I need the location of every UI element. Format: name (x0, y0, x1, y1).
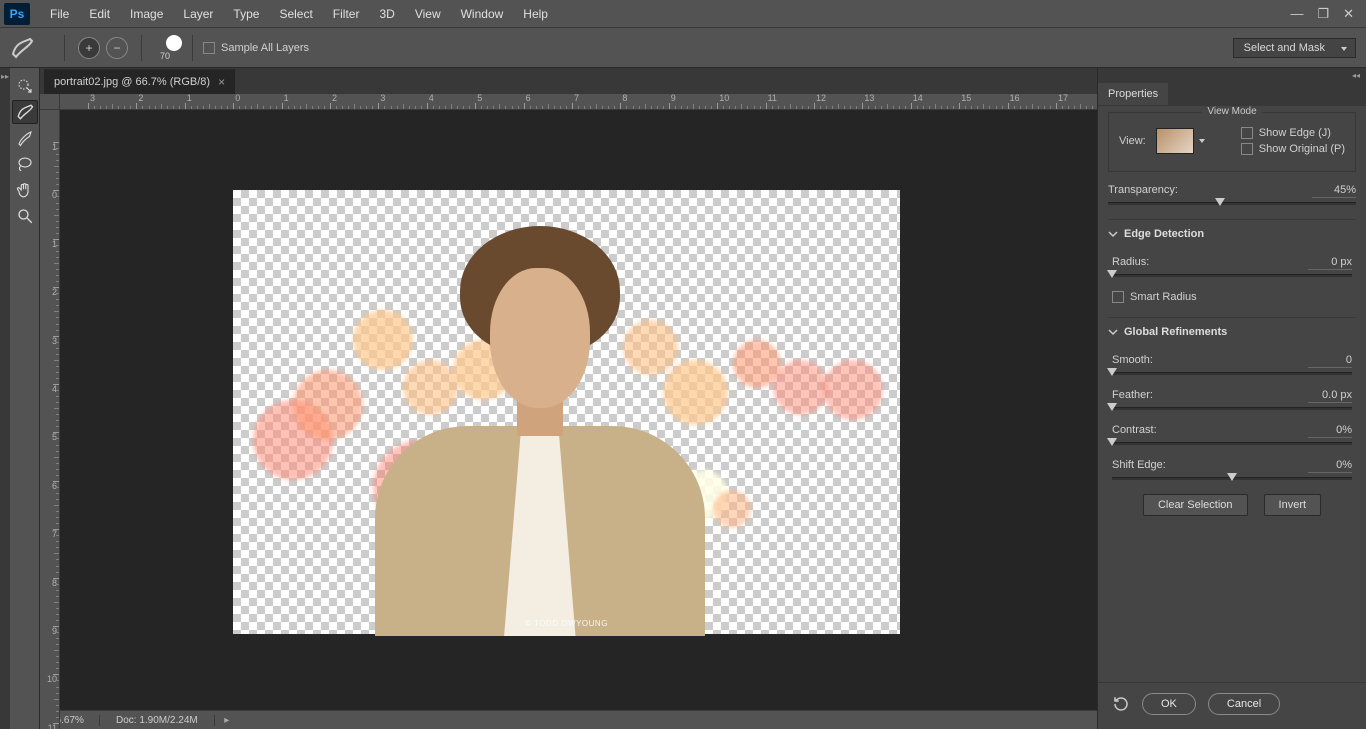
feather-label: Feather: (1112, 389, 1153, 403)
smart-radius-label: Smart Radius (1130, 291, 1197, 303)
document-area: portrait02.jpg @ 66.7% (RGB/8) × 3210123… (40, 68, 1097, 729)
view-label: View: (1119, 135, 1146, 147)
cancel-button[interactable]: Cancel (1208, 693, 1280, 715)
invert-button[interactable]: Invert (1264, 494, 1322, 516)
canvas[interactable]: © TODD OWYOUNG (233, 190, 900, 634)
smooth-value[interactable]: 0 (1308, 354, 1352, 368)
add-to-selection-icon[interactable]: + (78, 37, 100, 59)
sample-all-layers-label: Sample All Layers (221, 42, 309, 54)
contrast-label: Contrast: (1112, 424, 1157, 438)
radius-label: Radius: (1112, 256, 1149, 270)
reset-icon[interactable] (1112, 695, 1130, 713)
global-refinements-title: Global Refinements (1124, 326, 1227, 338)
panel-collapse-icon[interactable]: ◂◂ (1098, 68, 1366, 82)
window-controls: — ❐ ✕ (1290, 6, 1362, 22)
zoom-tool[interactable] (12, 204, 38, 228)
edge-detection-header[interactable]: Edge Detection (1108, 219, 1356, 248)
status-expand-icon[interactable]: ▸ (215, 715, 239, 726)
menu-view[interactable]: View (405, 1, 451, 27)
left-panel-expand-icon[interactable]: ▸▸ (0, 68, 10, 729)
menu-3d[interactable]: 3D (369, 1, 404, 27)
show-edge-label: Show Edge (J) (1259, 127, 1331, 139)
show-original-checkbox[interactable]: Show Original (P) (1241, 143, 1345, 155)
transparency-label: Transparency: (1108, 184, 1178, 198)
ok-button[interactable]: OK (1142, 693, 1196, 715)
menu-filter[interactable]: Filter (323, 1, 370, 27)
feather-slider[interactable]: Feather: 0.0 px (1112, 389, 1352, 410)
menu-edit[interactable]: Edit (79, 1, 120, 27)
menu-type[interactable]: Type (223, 1, 269, 27)
shift-edge-slider[interactable]: Shift Edge: 0% (1112, 459, 1352, 480)
doc-info[interactable]: Doc: 1.90M/2.24M (100, 715, 215, 726)
transparency-value[interactable]: 45% (1312, 184, 1356, 198)
view-mode-dropdown[interactable] (1156, 128, 1194, 154)
contrast-value[interactable]: 0% (1308, 424, 1352, 438)
menu-layer[interactable]: Layer (173, 1, 223, 27)
canvas-viewport[interactable]: © TODD OWYOUNG (60, 110, 1097, 710)
select-and-mask-dropdown[interactable]: Select and Mask (1233, 38, 1356, 58)
feather-value[interactable]: 0.0 px (1308, 389, 1352, 403)
close-icon[interactable]: ✕ (1343, 6, 1354, 22)
canvas-image: © TODD OWYOUNG (233, 190, 900, 634)
restore-icon[interactable]: ❐ (1317, 6, 1329, 22)
toolbox (10, 68, 40, 729)
radius-value[interactable]: 0 px (1308, 256, 1352, 270)
clear-selection-button[interactable]: Clear Selection (1143, 494, 1248, 516)
watermark-text: © TODD OWYOUNG (525, 619, 608, 628)
menu-help[interactable]: Help (513, 1, 558, 27)
show-edge-checkbox[interactable]: Show Edge (J) (1241, 127, 1345, 139)
show-original-label: Show Original (P) (1259, 143, 1345, 155)
quick-selection-tool[interactable] (12, 74, 38, 98)
global-refinements-header[interactable]: Global Refinements (1108, 317, 1356, 346)
smooth-slider[interactable]: Smooth: 0 (1112, 354, 1352, 375)
status-bar: 66.67% Doc: 1.90M/2.24M ▸ (40, 710, 1097, 729)
menu-bar: Ps File Edit Image Layer Type Select Fil… (0, 0, 1366, 28)
edge-detection-title: Edge Detection (1124, 228, 1204, 240)
ruler-corner (40, 94, 60, 110)
menu-file[interactable]: File (40, 1, 79, 27)
contrast-slider[interactable]: Contrast: 0% (1112, 424, 1352, 445)
refine-edge-brush-tool[interactable] (12, 100, 38, 124)
sample-all-layers-checkbox[interactable]: Sample All Layers (203, 42, 309, 54)
document-tab-bar: portrait02.jpg @ 66.7% (RGB/8) × (40, 68, 1097, 94)
menu-window[interactable]: Window (451, 1, 514, 27)
smooth-label: Smooth: (1112, 354, 1153, 368)
subtract-from-selection-icon[interactable]: − (106, 37, 128, 59)
ruler-vertical[interactable]: 101234567891011 (40, 110, 60, 729)
menu-select[interactable]: Select (269, 1, 322, 27)
view-mode-legend: View Mode (1201, 106, 1262, 117)
document-tab-label: portrait02.jpg @ 66.7% (RGB/8) (54, 76, 210, 88)
transparency-slider[interactable]: Transparency: 45% (1108, 184, 1356, 205)
options-bar: + − 70 Sample All Layers Select and Mask (0, 28, 1366, 68)
smart-radius-checkbox[interactable]: Smart Radius (1112, 291, 1352, 303)
panel-footer: OK Cancel (1098, 682, 1366, 729)
document-tab[interactable]: portrait02.jpg @ 66.7% (RGB/8) × (44, 69, 235, 94)
view-mode-group: View Mode View: Show Edge (J) Show Origi… (1108, 112, 1356, 172)
brush-size-label: 70 (153, 51, 177, 61)
radius-slider[interactable]: Radius: 0 px (1112, 256, 1352, 277)
properties-tab[interactable]: Properties (1098, 83, 1168, 105)
properties-panel: ◂◂ Properties View Mode View: Show Edge … (1097, 68, 1366, 729)
shift-edge-label: Shift Edge: (1112, 459, 1166, 473)
lasso-tool[interactable] (12, 152, 38, 176)
panel-tab-bar: Properties (1098, 82, 1366, 106)
brush-preview[interactable]: 70 (152, 35, 182, 61)
shift-edge-value[interactable]: 0% (1308, 459, 1352, 473)
document-tab-close-icon[interactable]: × (218, 75, 225, 89)
ruler-horizontal[interactable]: 32101234567891011121314151617 (60, 94, 1097, 110)
app-logo: Ps (4, 3, 30, 25)
minimize-icon[interactable]: — (1290, 6, 1303, 22)
hand-tool[interactable] (12, 178, 38, 202)
current-tool-icon[interactable] (10, 36, 34, 60)
brush-tool[interactable] (12, 126, 38, 150)
menu-image[interactable]: Image (120, 1, 173, 27)
